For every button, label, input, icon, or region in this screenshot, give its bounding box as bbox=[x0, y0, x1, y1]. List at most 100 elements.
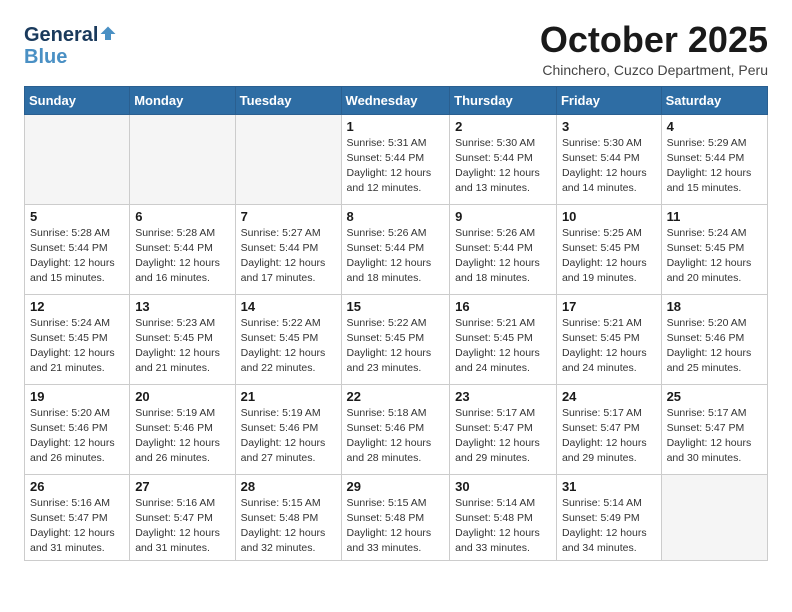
day-info: Sunrise: 5:19 AMSunset: 5:46 PMDaylight:… bbox=[241, 406, 336, 467]
weekday-saturday: Saturday bbox=[661, 86, 767, 114]
calendar-cell: 17Sunrise: 5:21 AMSunset: 5:45 PMDayligh… bbox=[556, 294, 661, 384]
calendar-cell: 29 Sunrise: 5:15 AMSunset: 5:48 PMDayligh… bbox=[341, 474, 450, 561]
calendar-cell: 14 Sunrise: 5:22 AMSunset: 5:45 PMDayligh… bbox=[235, 294, 341, 384]
calendar-cell: 3 Sunrise: 5:30 AMSunset: 5:44 PMDaylight… bbox=[556, 114, 661, 204]
day-number: 8 bbox=[347, 209, 445, 224]
day-number: 22 bbox=[347, 389, 445, 404]
weekday-wednesday: Wednesday bbox=[341, 86, 450, 114]
day-info: Sunrise: 5:22 AMSunset: 5:45 PMDaylight:… bbox=[241, 316, 336, 377]
title-section: October 2025 Chinchero, Cuzco Department… bbox=[540, 20, 768, 78]
calendar-cell: 8 Sunrise: 5:26 AMSunset: 5:44 PMDaylight… bbox=[341, 204, 450, 294]
day-info: Sunrise: 5:15 AMSunset: 5:48 PMDaylight:… bbox=[241, 496, 336, 557]
day-info: Sunrise: 5:23 AMSunset: 5:45 PMDaylight:… bbox=[135, 316, 229, 377]
calendar-cell: 9Sunrise: 5:26 AMSunset: 5:44 PMDaylight… bbox=[450, 204, 557, 294]
day-info: Sunrise: 5:30 AMSunset: 5:44 PMDaylight:… bbox=[455, 136, 551, 197]
day-info: Sunrise: 5:14 AMSunset: 5:49 PMDaylight:… bbox=[562, 496, 656, 557]
day-info: Sunrise: 5:28 AMSunset: 5:44 PMDaylight:… bbox=[30, 226, 124, 287]
day-info: Sunrise: 5:24 AMSunset: 5:45 PMDaylight:… bbox=[667, 226, 762, 287]
calendar-cell: 11 Sunrise: 5:24 AMSunset: 5:45 PMDayligh… bbox=[661, 204, 767, 294]
weekday-monday: Monday bbox=[130, 86, 235, 114]
calendar-cell: 2 Sunrise: 5:30 AMSunset: 5:44 PMDaylight… bbox=[450, 114, 557, 204]
logo-icon bbox=[99, 25, 117, 43]
day-number: 24 bbox=[562, 389, 656, 404]
day-info: Sunrise: 5:19 AMSunset: 5:46 PMDaylight:… bbox=[135, 406, 229, 467]
calendar-cell: 31 Sunrise: 5:14 AMSunset: 5:49 PMDayligh… bbox=[556, 474, 661, 561]
day-info: Sunrise: 5:22 AMSunset: 5:45 PMDaylight:… bbox=[347, 316, 445, 377]
header: General Blue October 2025 Chinchero, Cuz… bbox=[24, 20, 768, 78]
day-number: 5 bbox=[30, 209, 124, 224]
week-row-1: 1 Sunrise: 5:31 AMSunset: 5:44 PMDaylight… bbox=[25, 114, 768, 204]
day-info: Sunrise: 5:29 AMSunset: 5:44 PMDaylight:… bbox=[667, 136, 762, 197]
day-number: 6 bbox=[135, 209, 229, 224]
week-row-4: 19 Sunrise: 5:20 AMSunset: 5:46 PMDayligh… bbox=[25, 384, 768, 474]
day-number: 7 bbox=[241, 209, 336, 224]
calendar-cell: 13Sunrise: 5:23 AMSunset: 5:45 PMDayligh… bbox=[130, 294, 235, 384]
logo-text-blue: Blue bbox=[24, 46, 117, 68]
calendar-cell: 19 Sunrise: 5:20 AMSunset: 5:46 PMDayligh… bbox=[25, 384, 130, 474]
weekday-sunday: Sunday bbox=[25, 86, 130, 114]
week-row-5: 26Sunrise: 5:16 AMSunset: 5:47 PMDayligh… bbox=[25, 474, 768, 561]
calendar-cell: 28 Sunrise: 5:15 AMSunset: 5:48 PMDayligh… bbox=[235, 474, 341, 561]
day-number: 23 bbox=[455, 389, 551, 404]
day-number: 10 bbox=[562, 209, 656, 224]
calendar-cell: 30 Sunrise: 5:14 AMSunset: 5:48 PMDayligh… bbox=[450, 474, 557, 561]
day-info: Sunrise: 5:15 AMSunset: 5:48 PMDaylight:… bbox=[347, 496, 445, 557]
day-info: Sunrise: 5:17 AMSunset: 5:47 PMDaylight:… bbox=[667, 406, 762, 467]
day-number: 12 bbox=[30, 299, 124, 314]
day-number: 11 bbox=[667, 209, 762, 224]
calendar-cell: 18 Sunrise: 5:20 AMSunset: 5:46 PMDayligh… bbox=[661, 294, 767, 384]
calendar-cell bbox=[25, 114, 130, 204]
weekday-header-row: SundayMondayTuesdayWednesdayThursdayFrid… bbox=[25, 86, 768, 114]
day-number: 16 bbox=[455, 299, 551, 314]
day-info: Sunrise: 5:26 AMSunset: 5:44 PMDaylight:… bbox=[455, 226, 551, 287]
calendar-cell: 26Sunrise: 5:16 AMSunset: 5:47 PMDayligh… bbox=[25, 474, 130, 561]
location: Chinchero, Cuzco Department, Peru bbox=[540, 62, 768, 78]
day-number: 20 bbox=[135, 389, 229, 404]
calendar-cell bbox=[661, 474, 767, 561]
page: General Blue October 2025 Chinchero, Cuz… bbox=[0, 0, 792, 581]
day-info: Sunrise: 5:16 AMSunset: 5:47 PMDaylight:… bbox=[135, 496, 229, 557]
day-number: 3 bbox=[562, 119, 656, 134]
calendar-cell: 7 Sunrise: 5:27 AMSunset: 5:44 PMDaylight… bbox=[235, 204, 341, 294]
day-info: Sunrise: 5:14 AMSunset: 5:48 PMDaylight:… bbox=[455, 496, 551, 557]
day-info: Sunrise: 5:30 AMSunset: 5:44 PMDaylight:… bbox=[562, 136, 656, 197]
day-info: Sunrise: 5:21 AMSunset: 5:45 PMDaylight:… bbox=[455, 316, 551, 377]
day-number: 19 bbox=[30, 389, 124, 404]
day-info: Sunrise: 5:28 AMSunset: 5:44 PMDaylight:… bbox=[135, 226, 229, 287]
day-number: 28 bbox=[241, 479, 336, 494]
day-number: 27 bbox=[135, 479, 229, 494]
calendar-cell: 20 Sunrise: 5:19 AMSunset: 5:46 PMDayligh… bbox=[130, 384, 235, 474]
logo-text-general: General bbox=[24, 24, 98, 46]
day-number: 1 bbox=[347, 119, 445, 134]
calendar-cell: 1 Sunrise: 5:31 AMSunset: 5:44 PMDaylight… bbox=[341, 114, 450, 204]
calendar-cell: 5 Sunrise: 5:28 AMSunset: 5:44 PMDaylight… bbox=[25, 204, 130, 294]
calendar-cell: 15Sunrise: 5:22 AMSunset: 5:45 PMDayligh… bbox=[341, 294, 450, 384]
logo: General Blue bbox=[24, 24, 117, 68]
day-number: 18 bbox=[667, 299, 762, 314]
calendar-cell bbox=[235, 114, 341, 204]
day-number: 21 bbox=[241, 389, 336, 404]
calendar-cell: 22 Sunrise: 5:18 AMSunset: 5:46 PMDayligh… bbox=[341, 384, 450, 474]
day-info: Sunrise: 5:20 AMSunset: 5:46 PMDaylight:… bbox=[667, 316, 762, 377]
weekday-thursday: Thursday bbox=[450, 86, 557, 114]
day-number: 4 bbox=[667, 119, 762, 134]
day-number: 30 bbox=[455, 479, 551, 494]
day-info: Sunrise: 5:16 AMSunset: 5:47 PMDaylight:… bbox=[30, 496, 124, 557]
calendar-cell: 25Sunrise: 5:17 AMSunset: 5:47 PMDayligh… bbox=[661, 384, 767, 474]
day-info: Sunrise: 5:21 AMSunset: 5:45 PMDaylight:… bbox=[562, 316, 656, 377]
day-number: 31 bbox=[562, 479, 656, 494]
day-info: Sunrise: 5:31 AMSunset: 5:44 PMDaylight:… bbox=[347, 136, 445, 197]
calendar-cell: 21 Sunrise: 5:19 AMSunset: 5:46 PMDayligh… bbox=[235, 384, 341, 474]
day-number: 14 bbox=[241, 299, 336, 314]
day-info: Sunrise: 5:20 AMSunset: 5:46 PMDaylight:… bbox=[30, 406, 124, 467]
day-info: Sunrise: 5:27 AMSunset: 5:44 PMDaylight:… bbox=[241, 226, 336, 287]
calendar: SundayMondayTuesdayWednesdayThursdayFrid… bbox=[24, 86, 768, 562]
day-number: 29 bbox=[347, 479, 445, 494]
day-info: Sunrise: 5:18 AMSunset: 5:46 PMDaylight:… bbox=[347, 406, 445, 467]
calendar-cell: 4 Sunrise: 5:29 AMSunset: 5:44 PMDaylight… bbox=[661, 114, 767, 204]
week-row-2: 5 Sunrise: 5:28 AMSunset: 5:44 PMDaylight… bbox=[25, 204, 768, 294]
day-number: 2 bbox=[455, 119, 551, 134]
weekday-tuesday: Tuesday bbox=[235, 86, 341, 114]
calendar-cell: 24Sunrise: 5:17 AMSunset: 5:47 PMDayligh… bbox=[556, 384, 661, 474]
day-info: Sunrise: 5:26 AMSunset: 5:44 PMDaylight:… bbox=[347, 226, 445, 287]
